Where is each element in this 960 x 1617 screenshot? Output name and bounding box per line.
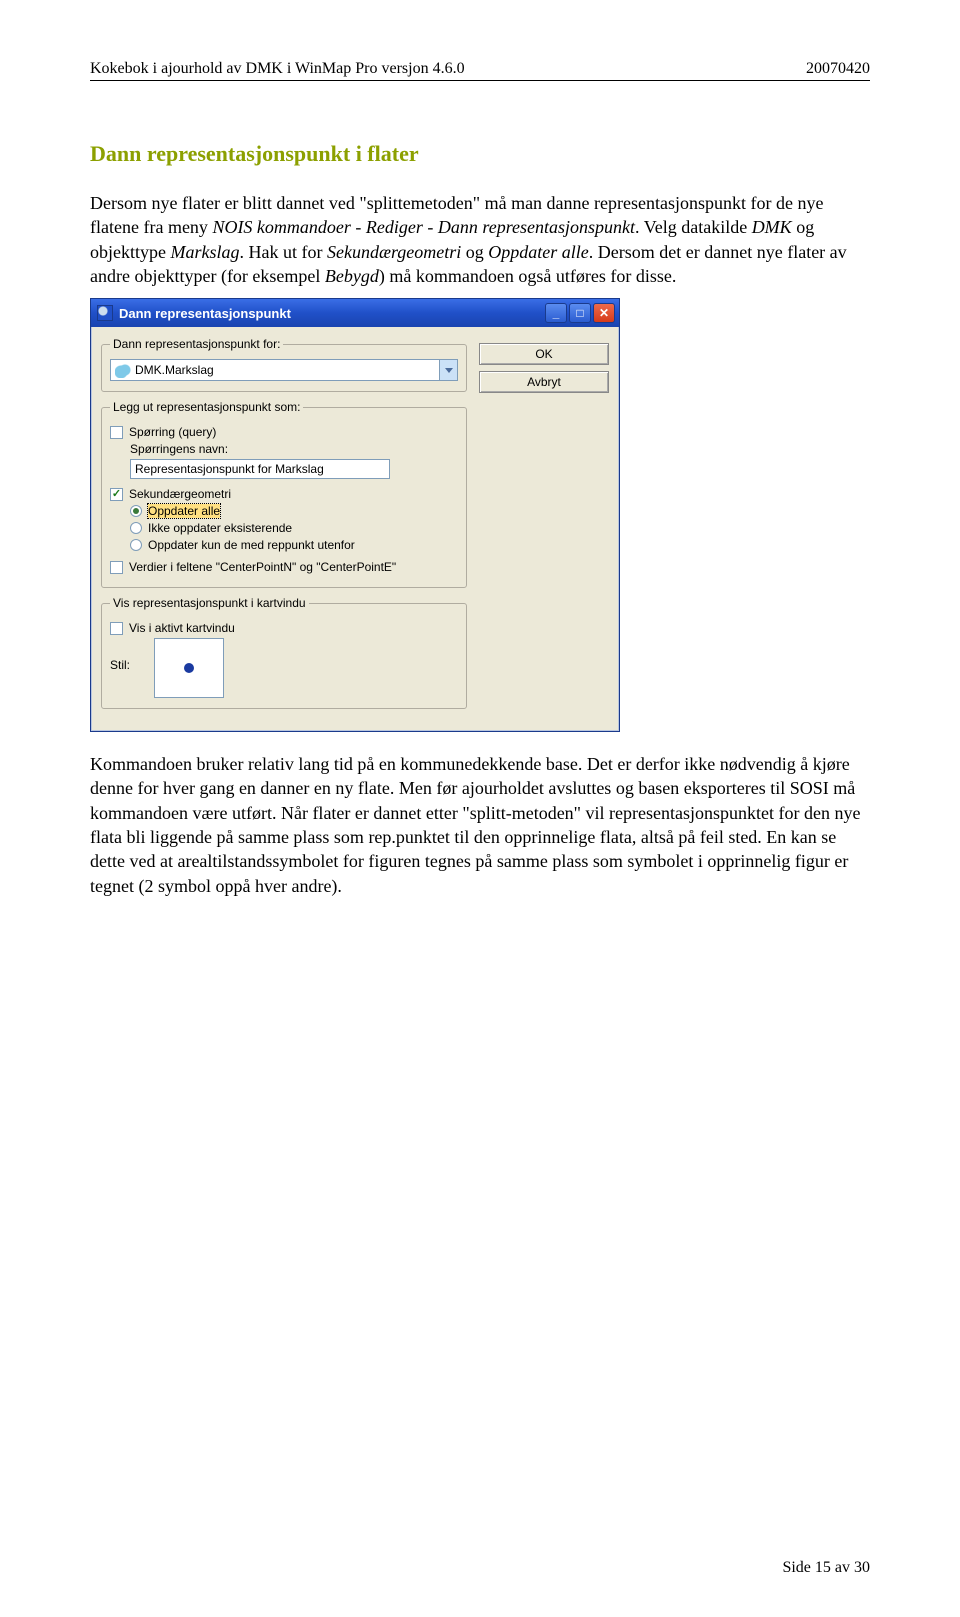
close-button[interactable]: ✕	[593, 303, 615, 323]
chevron-down-icon[interactable]	[439, 360, 457, 380]
intro-paragraph: Dersom nye flater er blitt dannet ved "s…	[90, 191, 870, 288]
page-footer: Side 15 av 30	[782, 1559, 870, 1577]
header-left: Kokebok i ajourhold av DMK i WinMap Pro …	[90, 60, 465, 78]
layer-icon	[115, 362, 131, 378]
sporring-label: Spørring (query)	[129, 425, 216, 439]
avbryt-button[interactable]: Avbryt	[479, 371, 609, 393]
sporring-navn-input[interactable]: Representasjonspunkt for Markslag	[130, 459, 390, 479]
dialog-title: Dann representasjonspunkt	[119, 306, 543, 321]
opt-ikke-eksisterende-label: Ikke oppdater eksisterende	[148, 521, 292, 535]
sporring-navn-label: Spørringens navn:	[130, 442, 458, 456]
verdier-checkbox[interactable]	[110, 561, 123, 574]
group-leggut-legend: Legg ut representasjonspunkt som:	[110, 400, 303, 414]
followup-paragraph: Kommandoen bruker relativ lang tid på en…	[90, 752, 870, 898]
titlebar[interactable]: Dann representasjonspunkt _ □ ✕	[91, 299, 619, 327]
sekundargeometri-label: Sekundærgeometri	[129, 487, 231, 501]
opt-utenfor-radio[interactable]	[130, 539, 142, 551]
opt-oppdater-alle-label: Oppdater alle	[148, 504, 220, 518]
page-header: Kokebok i ajourhold av DMK i WinMap Pro …	[90, 60, 870, 81]
app-icon	[97, 305, 113, 321]
group-leggut: Legg ut representasjonspunkt som: Spørri…	[101, 400, 467, 588]
objekttype-combo[interactable]: DMK.Markslag	[110, 359, 458, 381]
group-for-legend: Dann representasjonspunkt for:	[110, 337, 283, 351]
opt-utenfor-label: Oppdater kun de med reppunkt utenfor	[148, 538, 355, 552]
combo-value: DMK.Markslag	[135, 363, 439, 377]
header-right: 20070420	[806, 60, 870, 78]
minimize-button[interactable]: _	[545, 303, 567, 323]
section-title: Dann representasjonspunkt i flater	[90, 141, 870, 167]
maximize-button[interactable]: □	[569, 303, 591, 323]
verdier-label: Verdier i feltene "CenterPointN" og "Cen…	[129, 560, 396, 574]
opt-oppdater-alle-radio[interactable]	[130, 505, 142, 517]
opt-ikke-eksisterende-radio[interactable]	[130, 522, 142, 534]
stil-label: Stil:	[110, 638, 146, 672]
group-vis-legend: Vis representasjonspunkt i kartvindu	[110, 596, 309, 610]
stil-preview[interactable]	[154, 638, 224, 698]
group-vis: Vis representasjonspunkt i kartvindu Vis…	[101, 596, 467, 709]
vis-aktivt-checkbox[interactable]	[110, 622, 123, 635]
group-for: Dann representasjonspunkt for: DMK.Marks…	[101, 337, 467, 392]
sporring-checkbox[interactable]	[110, 426, 123, 439]
sekundargeometri-checkbox[interactable]: ✓	[110, 488, 123, 501]
dann-representasjonspunkt-dialog: Dann representasjonspunkt _ □ ✕ Dann rep…	[90, 298, 620, 732]
ok-button[interactable]: OK	[479, 343, 609, 365]
vis-aktivt-label: Vis i aktivt kartvindu	[129, 621, 235, 635]
